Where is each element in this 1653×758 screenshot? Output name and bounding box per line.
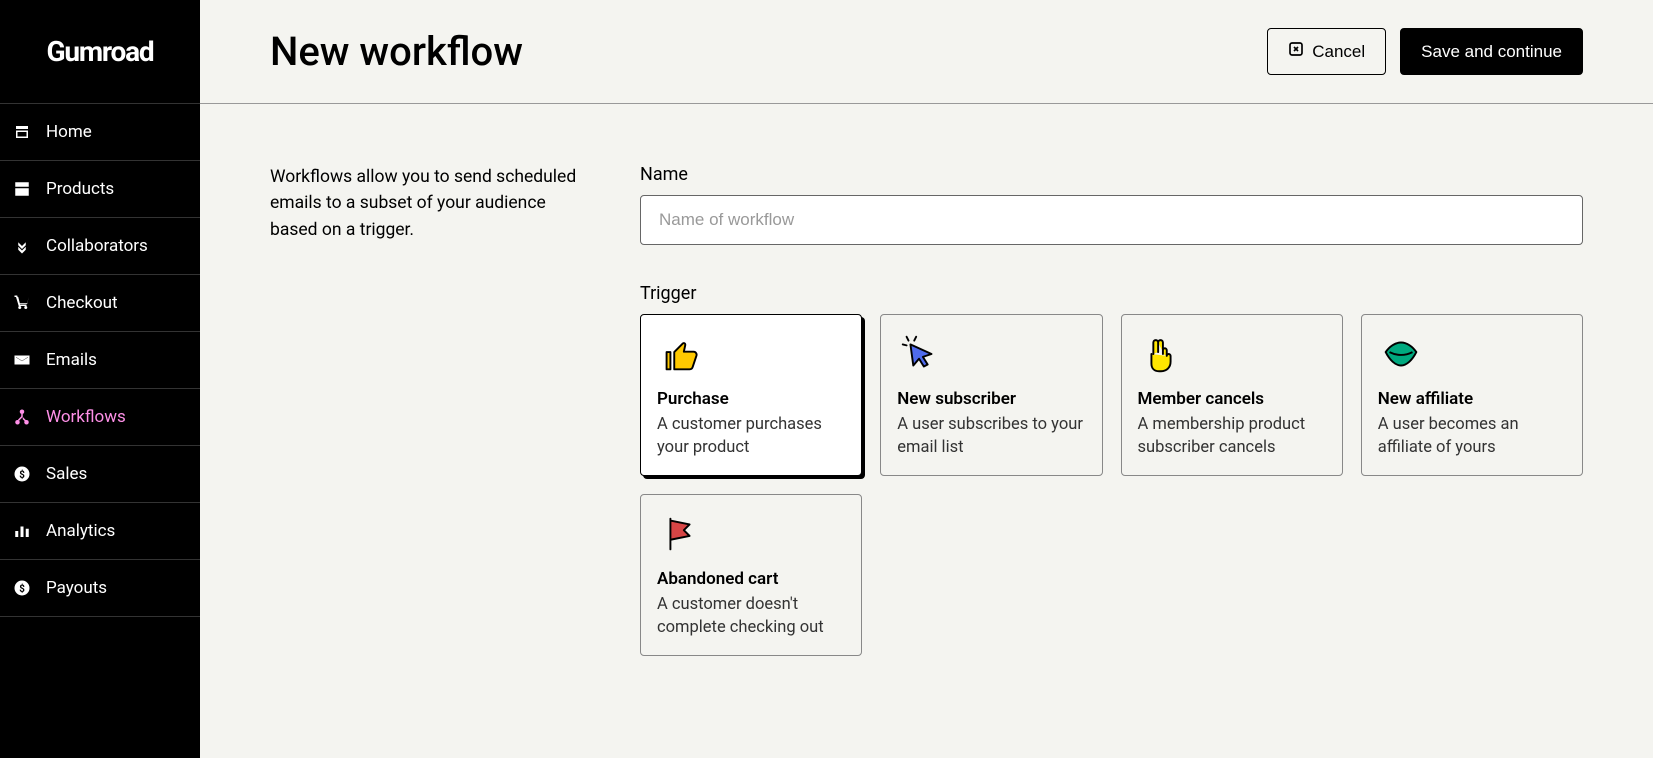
form-area: Name Trigger Purchase A customer purchas… (640, 164, 1583, 656)
sidebar-item-label: Emails (46, 350, 97, 370)
sidebar-item-label: Checkout (46, 293, 118, 313)
payouts-icon: $ (12, 578, 32, 598)
cancel-label: Cancel (1312, 42, 1365, 62)
logo-text: Gumroad (46, 35, 153, 68)
trigger-label: Trigger (640, 283, 1583, 304)
svg-text:$: $ (19, 584, 25, 595)
trigger-desc: A customer purchases your product (657, 413, 845, 459)
trigger-title: New subscriber (897, 389, 1085, 409)
cancel-button[interactable]: Cancel (1267, 28, 1386, 75)
header: New workflow Cancel Save and continue (200, 0, 1653, 104)
sidebar-item-label: Collaborators (46, 236, 148, 256)
sidebar-item-label: Payouts (46, 578, 107, 598)
sidebar: Gumroad Home Products Collaborators Chec… (0, 0, 200, 758)
sidebar-item-label: Products (46, 179, 114, 199)
sidebar-item-label: Sales (46, 464, 87, 484)
sidebar-item-workflows[interactable]: Workflows (0, 389, 200, 446)
header-actions: Cancel Save and continue (1267, 28, 1583, 75)
trigger-grid: Purchase A customer purchases your produ… (640, 314, 1583, 656)
thumbs-up-icon (657, 331, 703, 377)
sales-icon: $ (12, 464, 32, 484)
sidebar-item-label: Analytics (46, 521, 115, 541)
trigger-card-member-cancels[interactable]: Member cancels A membership product subs… (1121, 314, 1343, 476)
content: Workflows allow you to send scheduled em… (200, 104, 1653, 716)
description-text: Workflows allow you to send scheduled em… (270, 164, 580, 656)
cursor-click-icon (897, 331, 943, 377)
nav-list: Home Products Collaborators Checkout Ema… (0, 103, 200, 617)
trigger-section: Trigger Purchase A customer purchases yo… (640, 283, 1583, 656)
peace-hand-icon (1138, 331, 1184, 377)
sidebar-item-emails[interactable]: Emails (0, 332, 200, 389)
trigger-card-new-affiliate[interactable]: New affiliate A user becomes an affiliat… (1361, 314, 1583, 476)
trigger-card-abandoned-cart[interactable]: Abandoned cart A customer doesn't comple… (640, 494, 862, 656)
sidebar-item-home[interactable]: Home (0, 104, 200, 161)
trigger-card-purchase[interactable]: Purchase A customer purchases your produ… (640, 314, 862, 476)
name-label: Name (640, 164, 1583, 185)
trigger-card-new-subscriber[interactable]: New subscriber A user subscribes to your… (880, 314, 1102, 476)
sidebar-item-payouts[interactable]: $ Payouts (0, 560, 200, 617)
name-input[interactable] (640, 195, 1583, 245)
save-label: Save and continue (1421, 42, 1562, 62)
svg-text:$: $ (19, 470, 25, 481)
workflows-icon (12, 407, 32, 427)
sidebar-item-checkout[interactable]: Checkout (0, 275, 200, 332)
trigger-desc: A user becomes an affiliate of yours (1378, 413, 1566, 459)
trigger-title: Purchase (657, 389, 845, 409)
checkout-icon (12, 293, 32, 313)
lips-icon (1378, 331, 1424, 377)
emails-icon (12, 350, 32, 370)
cancel-icon (1288, 41, 1304, 62)
sidebar-item-collaborators[interactable]: Collaborators (0, 218, 200, 275)
home-icon (12, 122, 32, 142)
trigger-desc: A membership product subscriber cancels (1138, 413, 1326, 459)
sidebar-item-label: Home (46, 122, 92, 142)
trigger-title: Abandoned cart (657, 569, 845, 589)
products-icon (12, 179, 32, 199)
sidebar-item-sales[interactable]: $ Sales (0, 446, 200, 503)
page-title: New workflow (270, 28, 523, 75)
trigger-desc: A user subscribes to your email list (897, 413, 1085, 459)
main: New workflow Cancel Save and continue Wo… (200, 0, 1653, 758)
collaborators-icon (12, 236, 32, 256)
trigger-title: New affiliate (1378, 389, 1566, 409)
sidebar-item-analytics[interactable]: Analytics (0, 503, 200, 560)
trigger-title: Member cancels (1138, 389, 1326, 409)
analytics-icon (12, 521, 32, 541)
sidebar-item-label: Workflows (46, 407, 126, 427)
save-button[interactable]: Save and continue (1400, 28, 1583, 75)
flag-icon (657, 511, 703, 557)
logo[interactable]: Gumroad (0, 0, 200, 103)
sidebar-item-products[interactable]: Products (0, 161, 200, 218)
trigger-desc: A customer doesn't complete checking out (657, 593, 845, 639)
